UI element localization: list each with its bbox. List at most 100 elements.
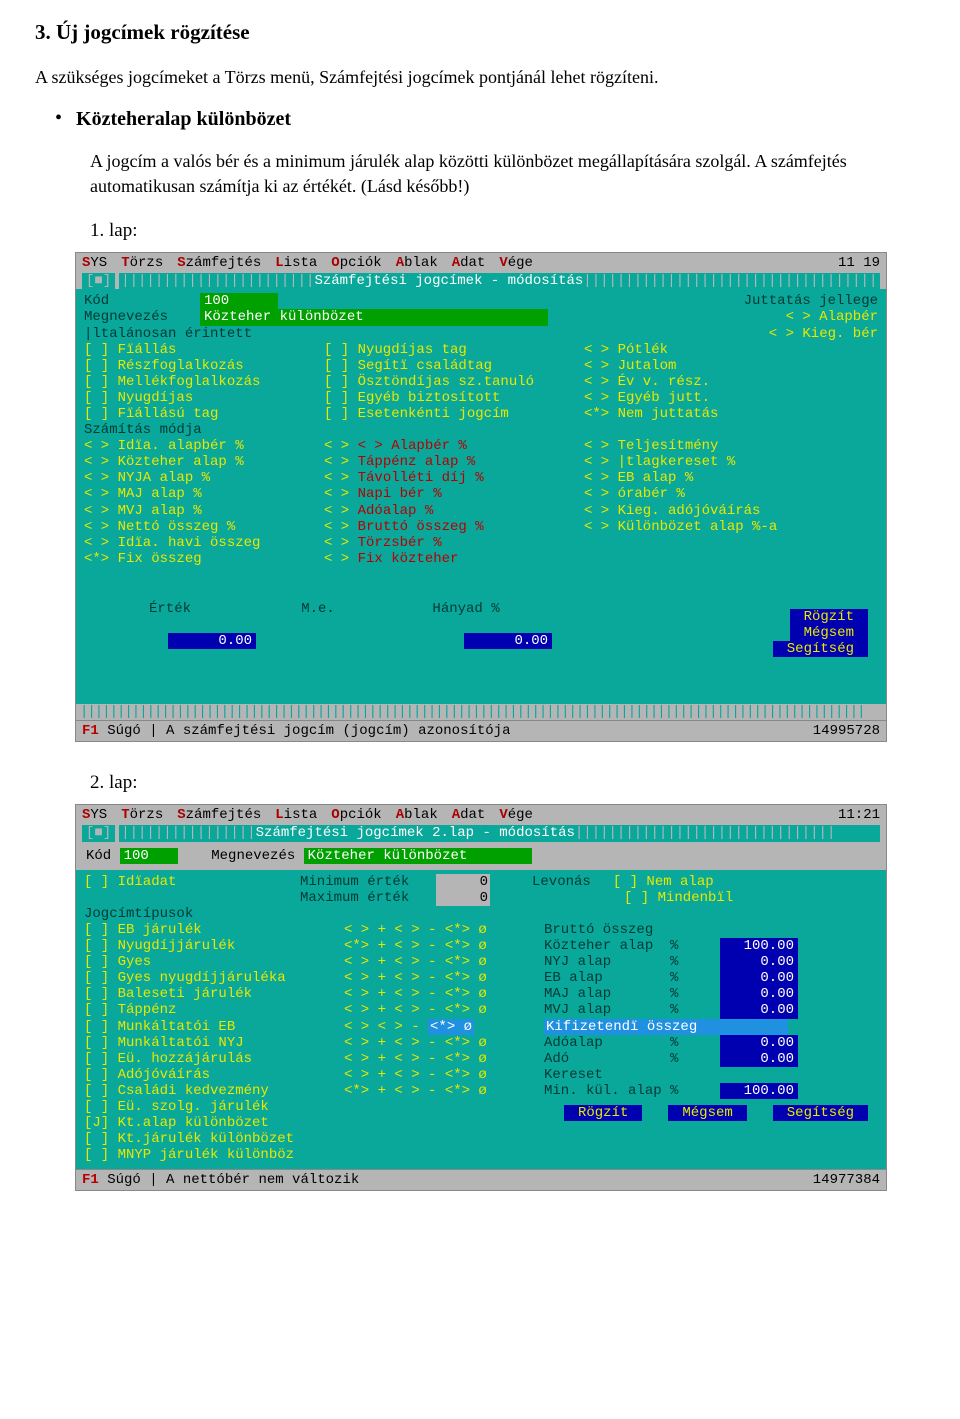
op-row[interactable]: < > + < > - <*> ø	[344, 1067, 544, 1083]
value-field[interactable]: 0.00	[720, 954, 798, 970]
segitseg-button[interactable]: Segítség	[773, 1105, 868, 1121]
checkbox-item[interactable]: [ ] Mellékfoglalkozás	[84, 374, 324, 390]
radio-item[interactable]: < > Távolléti díj %	[324, 470, 584, 486]
menu-item[interactable]: Vége	[499, 255, 533, 271]
megsem-button[interactable]: Mégsem	[790, 625, 868, 641]
value-field[interactable]: 0.00	[720, 1002, 798, 1018]
value-field[interactable]: 0.00	[720, 1051, 798, 1067]
checkbox-item[interactable]: [ ] Eü. hozzájárulás	[84, 1051, 344, 1067]
checkbox-item[interactable]: [ ] Részfoglalkozás	[84, 358, 324, 374]
value-field[interactable]: 0.00	[720, 1035, 798, 1051]
radio-item[interactable]: < > Fix közteher	[324, 551, 584, 567]
radio-item[interactable]: < > Törzsbér %	[324, 535, 584, 551]
checkbox-item[interactable]: [ ] Nyugdíjas	[84, 390, 324, 406]
juttatas-option[interactable]: < > Kieg. bér	[769, 326, 878, 342]
radio-item[interactable]: < > Adóalap %	[324, 503, 584, 519]
menu-item[interactable]: SYS	[82, 807, 107, 823]
op-row[interactable]: < > + < > - <*> ø	[344, 954, 544, 970]
juttatas-option[interactable]: < > Év v. rész.	[584, 374, 878, 390]
checkbox-item[interactable]: [ ] Egyéb biztosított	[324, 390, 584, 406]
value-field[interactable]: 0.00	[720, 970, 798, 986]
close-icon[interactable]: [■]	[82, 825, 115, 841]
checkbox-item[interactable]: [ ] EB járulék	[84, 922, 344, 938]
value-field[interactable]: 0.00	[720, 986, 798, 1002]
checkbox-item[interactable]: [ ] Családi kedvezmény	[84, 1083, 344, 1099]
checkbox-item[interactable]: [ ] Gyes	[84, 954, 344, 970]
menu-item[interactable]: Ablak	[396, 255, 438, 271]
megnevezes-field[interactable]: Közteher különbözet	[304, 848, 532, 864]
checkbox-item[interactable]: [ ] Táppénz	[84, 1002, 344, 1018]
radio-item[interactable]: < > MVJ alap %	[84, 503, 324, 519]
checkbox-item[interactable]: [ ] Segítï családtag	[324, 358, 584, 374]
radio-item[interactable]: < > MAJ alap %	[84, 486, 324, 502]
close-icon[interactable]: [■]	[82, 273, 115, 289]
menu-item[interactable]: Számfejtés	[177, 255, 261, 271]
radio-item[interactable]: < > Idïa. havi összeg	[84, 535, 324, 551]
radio-item[interactable]: < > |tlagkereset %	[584, 454, 878, 470]
checkbox-item[interactable]: [J] Kt.alap különbözet	[84, 1115, 344, 1131]
rogzit-button[interactable]: Rögzít	[564, 1105, 642, 1121]
checkbox-item[interactable]: [ ] Mindenbïl	[624, 890, 733, 906]
menu-item[interactable]: Törzs	[121, 807, 163, 823]
menu-item[interactable]: Vége	[499, 807, 533, 823]
checkbox-item[interactable]: [ ] Kt.járulék különbözet	[84, 1131, 344, 1147]
op-row[interactable]: < > + < > - <*> ø	[344, 1051, 544, 1067]
checkbox-item[interactable]: [ ] Nyugdíjjárulék	[84, 938, 344, 954]
checkbox-item[interactable]: [ ] Nyugdíjas tag	[324, 342, 584, 358]
menu-item[interactable]: Adat	[452, 807, 486, 823]
juttatas-option[interactable]: < > Jutalom	[584, 358, 878, 374]
juttatas-option[interactable]: <*> Nem juttatás	[584, 406, 878, 422]
op-row[interactable]: <*> + < > - <*> ø	[344, 1083, 544, 1099]
menu-item[interactable]: Számfejtés	[177, 807, 261, 823]
checkbox-item[interactable]: [ ] Nem alap	[613, 874, 714, 890]
idoadat-checkbox[interactable]: [ ] Idïadat	[84, 874, 294, 890]
checkbox-item[interactable]: [ ] Gyes nyugdíjjáruléka	[84, 970, 344, 986]
op-row[interactable]: < > + < > - <*> ø	[344, 1035, 544, 1051]
radio-item[interactable]: < > Kieg. adójóváírás	[584, 503, 878, 519]
checkbox-item[interactable]: [ ] Esetenkénti jogcím	[324, 406, 584, 422]
segitseg-button[interactable]: Segítség	[773, 641, 868, 657]
megnevezes-field[interactable]: Közteher különbözet	[200, 309, 548, 325]
radio-item[interactable]: < > Táppénz alap %	[324, 454, 584, 470]
checkbox-item[interactable]: [ ] MNYP járulék különböz	[84, 1147, 344, 1163]
op-row[interactable]: < > + < > - <*> ø	[344, 1002, 544, 1018]
op-row[interactable]: <*> + < > - <*> ø	[344, 938, 544, 954]
radio-item[interactable]: < > Idïa. alapbér %	[84, 438, 324, 454]
radio-item[interactable]: < > Bruttó összeg %	[324, 519, 584, 535]
juttatas-option[interactable]: < > Pótlék	[584, 342, 878, 358]
op-row[interactable]: < > + < > - <*> ø	[344, 986, 544, 1002]
menu-item[interactable]: Opciók	[331, 807, 381, 823]
menu-item[interactable]: Adat	[452, 255, 486, 271]
menu-item[interactable]: Lista	[275, 255, 317, 271]
menu-item[interactable]: Ablak	[396, 807, 438, 823]
checkbox-item[interactable]: [ ] Munkáltatói NYJ	[84, 1035, 344, 1051]
rogzit-button[interactable]: Rögzít	[790, 609, 868, 625]
radio-item[interactable]: < > Teljesítmény	[584, 438, 878, 454]
megsem-button[interactable]: Mégsem	[668, 1105, 746, 1121]
op-row[interactable]: < > + < > - <*> ø	[344, 970, 544, 986]
checkbox-item[interactable]: [ ] Eü. szolg. járulék	[84, 1099, 344, 1115]
radio-item[interactable]: < > < > Alapbér %	[324, 438, 584, 454]
menu-item[interactable]: Opciók	[331, 255, 381, 271]
kod-field[interactable]: 100	[200, 293, 278, 309]
op-row[interactable]: < > + < > - <*> ø	[344, 922, 544, 938]
juttatas-option[interactable]: < > Alapbér	[786, 309, 878, 325]
checkbox-item[interactable]: [ ] Baleseti járulék	[84, 986, 344, 1002]
menu-item[interactable]: Törzs	[121, 255, 163, 271]
juttatas-option[interactable]: < > Egyéb jutt.	[584, 390, 878, 406]
menu-item[interactable]: Lista	[275, 807, 317, 823]
radio-item[interactable]: < > NYJA alap %	[84, 470, 324, 486]
op-row[interactable]: < > < > - <*> ø	[344, 1019, 544, 1035]
checkbox-item[interactable]: [ ] Fïállású tag	[84, 406, 324, 422]
value-field[interactable]: 100.00	[720, 938, 798, 954]
max-field[interactable]: 0	[436, 890, 490, 906]
min-field[interactable]: 0	[436, 874, 490, 890]
radio-item[interactable]: < > Napi bér %	[324, 486, 584, 502]
radio-item[interactable]: < > Közteher alap %	[84, 454, 324, 470]
radio-item[interactable]: <*> Fix összeg	[84, 551, 324, 567]
radio-item[interactable]: < > órabér %	[584, 486, 878, 502]
value-field[interactable]: 100.00	[720, 1083, 798, 1099]
checkbox-item[interactable]: [ ] Fïállás	[84, 342, 324, 358]
radio-item[interactable]: < > EB alap %	[584, 470, 878, 486]
ertek-field[interactable]: 0.00	[168, 633, 256, 649]
